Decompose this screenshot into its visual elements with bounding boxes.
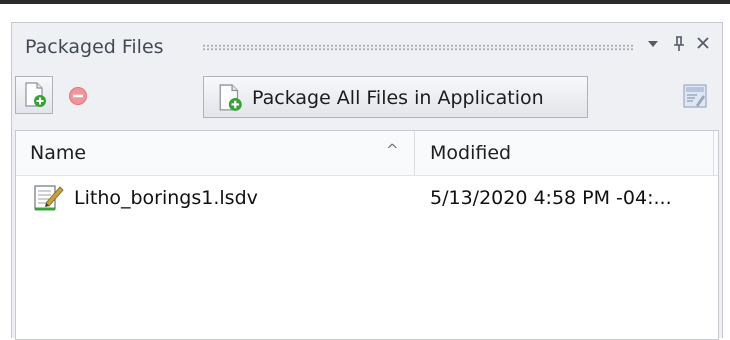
remove-icon bbox=[69, 87, 87, 105]
remove-file-button[interactable] bbox=[58, 76, 96, 114]
column-divider[interactable] bbox=[713, 131, 714, 175]
column-divider[interactable] bbox=[414, 131, 415, 175]
file-modified: 5/13/2020 4:58 PM -04:... bbox=[430, 187, 672, 209]
add-file-icon bbox=[25, 82, 46, 107]
pin-icon[interactable] bbox=[668, 35, 690, 58]
panel-toolbar: Package All Files in Application bbox=[12, 73, 722, 125]
list-item[interactable]: Litho_borings1.lsdv 5/13/2020 4:58 PM -0… bbox=[16, 177, 718, 217]
add-file-button[interactable] bbox=[15, 76, 53, 114]
package-all-files-button[interactable]: Package All Files in Application bbox=[203, 76, 588, 118]
drag-grip[interactable] bbox=[202, 44, 634, 51]
list-header: Name ^ Modified bbox=[16, 131, 718, 176]
document-edit-icon bbox=[34, 185, 64, 211]
package-file-icon bbox=[219, 84, 242, 111]
sort-ascending-icon: ^ bbox=[386, 141, 399, 159]
chevron-down-icon[interactable] bbox=[642, 35, 664, 55]
properties-icon bbox=[683, 84, 707, 108]
column-header-modified[interactable]: Modified bbox=[430, 142, 511, 164]
packaged-files-list[interactable]: Name ^ Modified Litho_borings1.lsdv 5/13… bbox=[15, 130, 719, 340]
panel-title: Packaged Files bbox=[25, 36, 164, 58]
panel-titlebar[interactable]: Packaged Files bbox=[12, 23, 722, 71]
window-top-border bbox=[0, 0, 730, 4]
package-all-label: Package All Files in Application bbox=[252, 87, 544, 109]
properties-button[interactable] bbox=[678, 78, 710, 112]
file-name: Litho_borings1.lsdv bbox=[74, 187, 258, 209]
close-icon[interactable] bbox=[692, 35, 714, 55]
packaged-files-panel: Packaged Files Package All Files in Appl… bbox=[11, 22, 723, 340]
column-header-name[interactable]: Name bbox=[30, 142, 86, 164]
